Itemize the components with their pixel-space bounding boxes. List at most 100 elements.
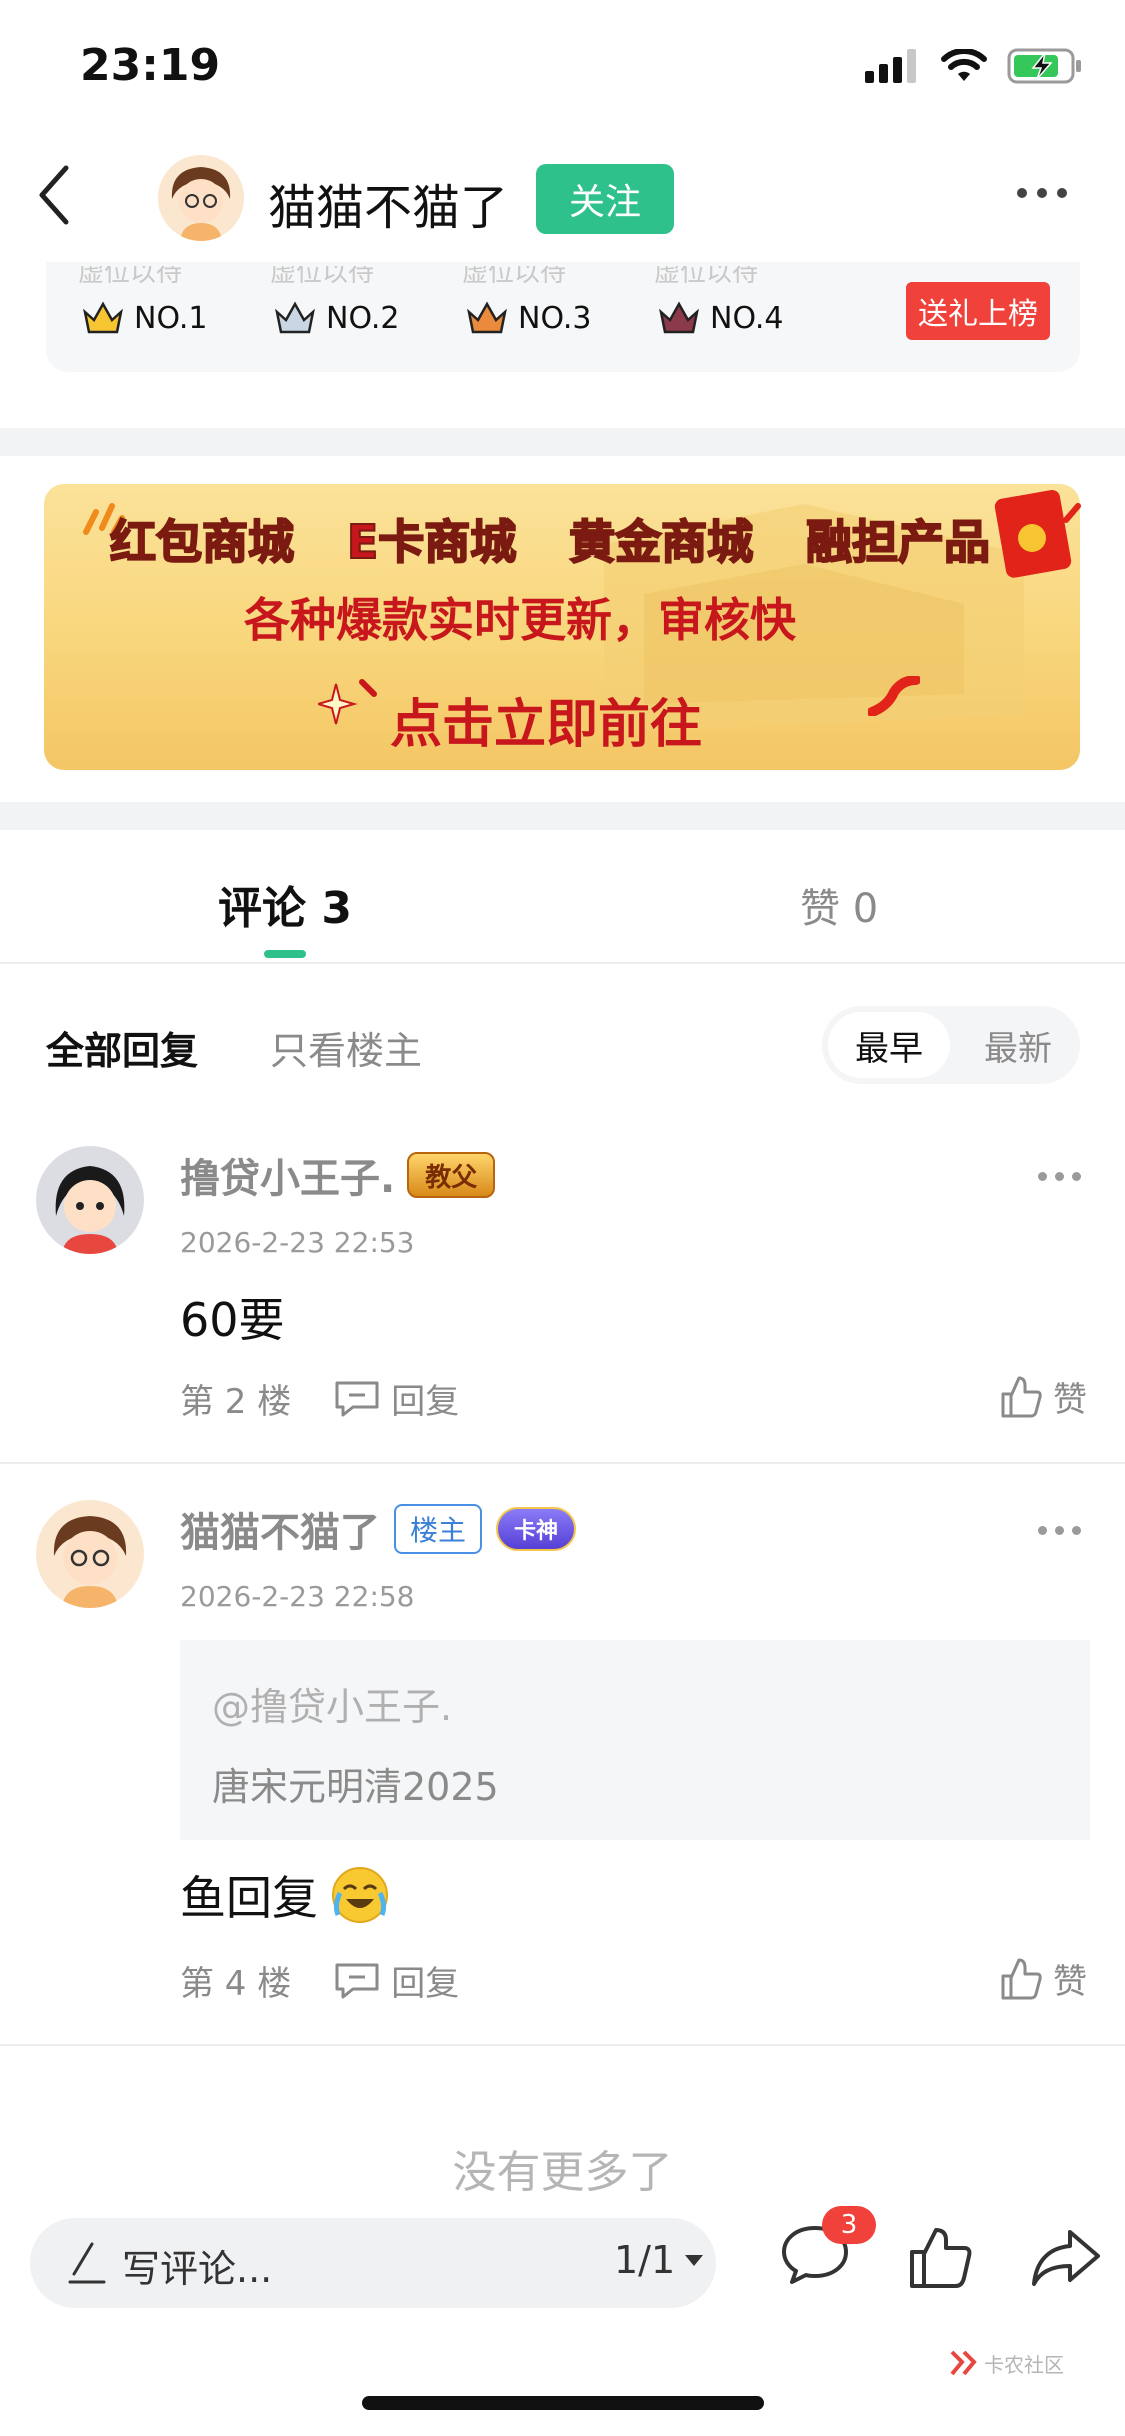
reply-bubble-icon — [335, 1381, 379, 1416]
rank-slot-4[interactable]: NO.4 — [658, 300, 783, 336]
signal-icon — [865, 49, 916, 83]
comment-meta: 第 4 楼 回复 — [180, 1956, 459, 2005]
reply-label: 回复 — [391, 1964, 460, 2004]
no-more-label: 没有更多了 — [452, 2147, 673, 2198]
battery-charging-icon — [1007, 48, 1081, 84]
watermark: 卡农社区 — [948, 2348, 1064, 2378]
home-indicator — [362, 2396, 764, 2410]
page-selector[interactable]: 1/1 — [614, 2238, 705, 2282]
like-button[interactable]: 赞 — [999, 1372, 1087, 1421]
author-avatar[interactable] — [158, 155, 244, 241]
comment-floor: 第 2 楼 — [180, 1382, 292, 1422]
page-indicator: 1/1 — [614, 2238, 676, 2282]
thumbs-up-icon[interactable] — [908, 2226, 974, 2290]
tab-comments[interactable]: 评论 3 — [218, 872, 352, 936]
banner-category: 红包商城 — [109, 514, 295, 570]
filter-owner-only[interactable]: 只看楼主 — [270, 1020, 422, 1075]
crying-laughing-emoji-icon — [332, 1867, 388, 1923]
tab-divider — [0, 962, 1125, 964]
watermark-text: 卡农社区 — [984, 2352, 1064, 2377]
rank-sub-label: 虚位以待 — [270, 258, 375, 288]
comment-more-icon[interactable] — [1038, 1526, 1081, 1535]
rank-badge: 卡神 — [496, 1507, 577, 1551]
banner-category: 融担产品 — [805, 514, 991, 570]
filter-all-replies[interactable]: 全部回复 — [46, 1020, 198, 1075]
crown-dark-icon — [659, 301, 699, 334]
caret-down-icon — [685, 2255, 704, 2266]
like-label: 赞 — [1053, 1380, 1087, 1420]
rank-label: NO.4 — [710, 300, 784, 336]
comment-avatar[interactable] — [36, 1500, 144, 1608]
more-options-icon[interactable] — [1017, 188, 1067, 198]
share-icon[interactable] — [1030, 2226, 1102, 2290]
rank-label: NO.3 — [518, 300, 592, 336]
reply-button[interactable]: 回复 — [333, 1374, 459, 1423]
crown-bronze-icon — [467, 301, 507, 334]
sort-earliest-button[interactable]: 最早 — [828, 1012, 950, 1078]
wifi-icon — [941, 49, 987, 81]
banner-category: E卡商城 — [346, 514, 517, 570]
back-icon[interactable] — [30, 160, 80, 230]
comment-body: 鱼回复 — [180, 1871, 318, 1925]
banner-category: 黄金商城 — [568, 514, 754, 570]
banner-tagline: 各种爆款实时更新，审核快 — [244, 593, 796, 647]
crown-gold-icon — [83, 301, 123, 334]
rank-slot-2[interactable]: NO.2 — [274, 300, 399, 336]
section-separator — [0, 802, 1125, 830]
crown-silver-icon — [275, 301, 315, 334]
comment-header: 猫猫不猫了 楼主 卡神 — [180, 1500, 577, 1558]
status-icons — [865, 48, 1083, 84]
reply-bubble-icon — [335, 1963, 379, 1998]
thumbs-up-icon — [1001, 1376, 1042, 1417]
sort-newest-button[interactable]: 最新 — [962, 1012, 1074, 1078]
comment-body-row: 鱼回复 — [180, 1862, 390, 1928]
comment-count-badge: 3 — [822, 2206, 876, 2244]
comment-header: 撸贷小王子. 教父 — [180, 1146, 496, 1204]
pencil-icon — [68, 2242, 106, 2284]
comment-floor: 第 4 楼 — [180, 1964, 292, 2004]
star-sparkle-icon — [318, 679, 377, 725]
rank-badge: 教父 — [407, 1152, 496, 1198]
rank-sub-label: 虚位以待 — [654, 258, 759, 288]
comment-time: 2026-2-23 22:58 — [180, 1580, 415, 1613]
rank-sub-label: 虚位以待 — [78, 258, 183, 288]
active-tab-indicator — [264, 950, 306, 958]
reply-button[interactable]: 回复 — [333, 1956, 459, 2005]
thumbs-up-icon — [1001, 1958, 1042, 1999]
cartoon-boy-avatar-icon — [36, 1500, 144, 1608]
owner-badge: 楼主 — [394, 1504, 483, 1554]
comment-author[interactable]: 撸贷小王子. — [180, 1146, 395, 1204]
comment-meta: 第 2 楼 回复 — [180, 1374, 459, 1423]
kanong-logo-icon — [950, 2350, 977, 2376]
quoted-author: @撸贷小王子. — [212, 1685, 453, 1729]
rank-slot-1[interactable]: NO.1 — [82, 300, 207, 336]
banner-cta[interactable]: 点击立即前往 — [390, 682, 702, 757]
comment-body: 60要 — [180, 1293, 285, 1347]
comment-divider — [0, 1462, 1125, 1464]
section-separator — [0, 428, 1125, 456]
comment-divider — [0, 2044, 1125, 2046]
gift-rank-button[interactable]: 送礼上榜 — [906, 282, 1050, 340]
comment-time: 2026-2-23 22:53 — [180, 1226, 415, 1259]
red-envelope-icon — [994, 489, 1081, 578]
comment-avatar[interactable] — [36, 1146, 144, 1254]
rank-label: NO.1 — [134, 300, 208, 336]
cartoon-boy-avatar-icon — [158, 155, 244, 241]
rank-label: NO.2 — [326, 300, 400, 336]
banner-row-categories: 红包商城 E卡商城 黄金商城 融担产品 — [109, 506, 991, 572]
comment-more-icon[interactable] — [1038, 1172, 1081, 1181]
reply-label: 回复 — [391, 1382, 460, 1422]
cartoon-girl-avatar-icon — [36, 1146, 144, 1254]
write-comment-placeholder[interactable]: 写评论... — [122, 2238, 272, 2293]
status-time: 23:19 — [80, 40, 221, 91]
ribbon-icon — [868, 676, 920, 716]
follow-button[interactable]: 关注 — [536, 164, 674, 234]
tab-likes[interactable]: 赞 0 — [800, 876, 878, 934]
like-label: 赞 — [1053, 1962, 1087, 2002]
quoted-text: 唐宋元明清2025 — [212, 1765, 499, 1809]
rank-slot-3[interactable]: NO.3 — [466, 300, 591, 336]
comment-author[interactable]: 猫猫不猫了 — [180, 1500, 380, 1558]
like-button[interactable]: 赞 — [999, 1954, 1087, 2003]
author-name[interactable]: 猫猫不猫了 — [268, 168, 508, 238]
rank-sub-label: 虚位以待 — [462, 258, 567, 288]
